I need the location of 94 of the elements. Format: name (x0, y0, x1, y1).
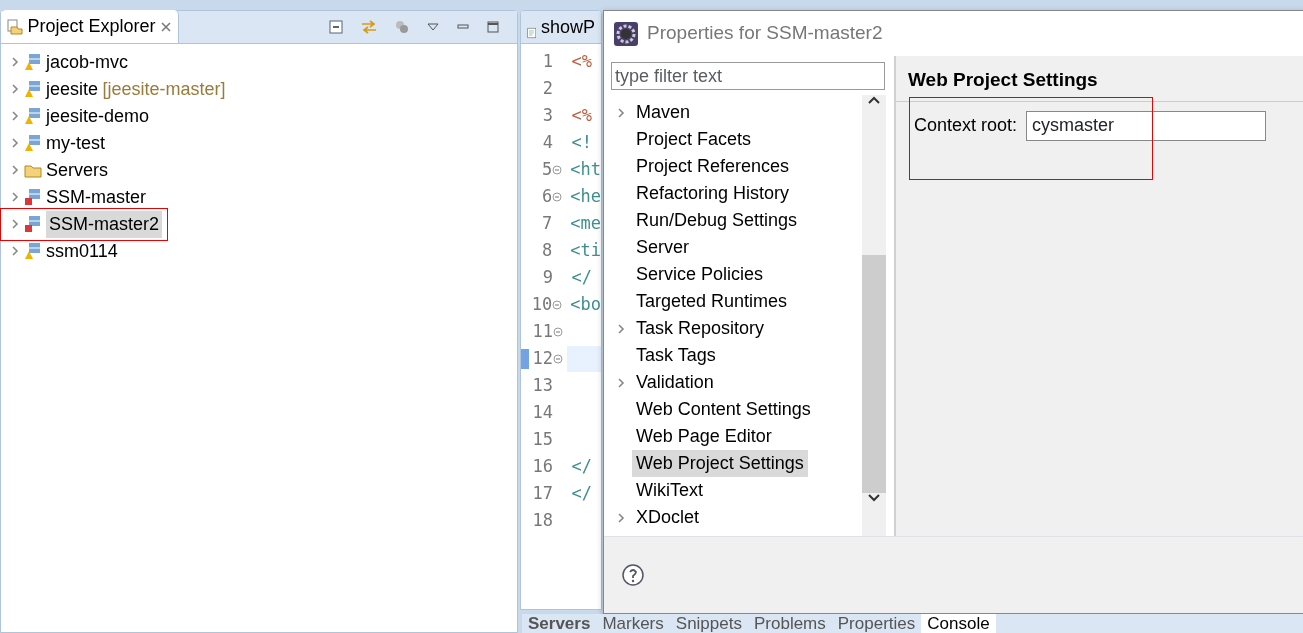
warning-project-icon (23, 242, 42, 260)
field-label: Context root: (914, 114, 1018, 137)
line-number: 11 (531, 320, 553, 344)
line-number: 17 (531, 482, 553, 506)
settings-page-item[interactable]: WikiText (636, 477, 703, 504)
view-tab[interactable]: Problems (747, 614, 832, 633)
current-line-marker-icon (521, 349, 529, 369)
line-number: 13 (531, 374, 553, 398)
scrollbar-thumb[interactable] (862, 254, 886, 493)
scroll-down-icon (867, 492, 881, 503)
settings-page-item[interactable]: Targeted Runtimes (636, 288, 788, 315)
code-line: <! (570, 131, 593, 155)
link-arrows-icon (361, 20, 377, 34)
line-number: 6 (540, 185, 553, 209)
page-heading: Web Project Settings (896, 56, 1303, 102)
tree-item[interactable]: SSM-master2 (46, 210, 163, 238)
filter-icon (395, 20, 409, 34)
error-project-icon (23, 188, 42, 206)
line-number: 7 (540, 212, 553, 236)
code-line: <% (570, 104, 593, 128)
fold-icon (552, 165, 563, 175)
line-number: 14 (531, 401, 553, 425)
line-number: 3 (541, 104, 553, 128)
code-line: <bo (569, 293, 601, 317)
scrollbar[interactable] (862, 94, 886, 536)
maximize-icon (487, 21, 499, 33)
line-number: 2 (541, 77, 553, 101)
context-root-field[interactable]: cysmaster (1026, 110, 1267, 141)
settings-page-item[interactable]: Web Page Editor (636, 423, 772, 450)
view-tab[interactable]: Markers (596, 614, 670, 633)
code-line: <me (569, 212, 601, 236)
settings-page-item[interactable]: Validation (636, 369, 714, 396)
settings-page-item[interactable]: Run/Debug Settings (636, 207, 798, 234)
collapse-all-icon (329, 20, 343, 34)
settings-page-item[interactable]: XDoclet (636, 504, 700, 531)
view-tab[interactable]: Console (921, 614, 996, 633)
settings-page-item[interactable]: Web Project Settings (632, 450, 808, 477)
code-line: <ht (569, 158, 601, 182)
tree-item[interactable]: ssm0114 (46, 237, 118, 265)
warning-project-icon (23, 107, 42, 125)
line-number: 16 (531, 455, 553, 479)
code-line: <% (570, 50, 593, 74)
line-number: 4 (541, 131, 553, 155)
line-number: 9 (541, 266, 553, 290)
line-number: 10 (530, 293, 553, 317)
line-number: 18 (531, 509, 553, 533)
tree-item[interactable]: jeesite (46, 75, 99, 103)
code-line: <he (569, 185, 601, 209)
line-number: 8 (540, 239, 553, 263)
settings-page-item[interactable]: Refactoring History (636, 180, 790, 207)
settings-page-item[interactable]: Server (636, 234, 689, 261)
current-line-highlight (567, 346, 601, 372)
minimize-icon (457, 24, 469, 30)
warning-project-icon (23, 134, 42, 152)
file-icon (527, 25, 537, 41)
line-number: 1 (541, 50, 553, 74)
settings-page-item[interactable]: Task Repository (636, 315, 765, 342)
close-icon (160, 20, 173, 33)
view-menu-icon (427, 23, 439, 31)
line-number: 12 (531, 347, 553, 371)
code-line: </ (570, 455, 593, 479)
dialog-title: Properties for SSM-master2 (647, 21, 883, 46)
settings-page-item[interactable]: Project Facets (636, 126, 752, 153)
view-tab[interactable]: Properties (831, 614, 922, 633)
tree-item[interactable]: my-test (46, 129, 105, 157)
code-line: </ (570, 482, 593, 506)
settings-page-item[interactable]: Task Tags (636, 342, 716, 369)
view-tab[interactable]: Servers (522, 614, 597, 633)
code-line: </ (570, 266, 593, 290)
scroll-up-icon (867, 94, 881, 105)
help-icon (622, 564, 644, 586)
warning-project-icon (23, 80, 42, 98)
settings-page-item[interactable]: Web Content Settings (636, 396, 811, 423)
line-number: 15 (531, 428, 553, 452)
warning-project-icon (23, 53, 42, 71)
repository-label: [jeesite-master] (102, 77, 226, 101)
tree-item[interactable]: jeesite-demo (46, 102, 150, 130)
fold-icon (553, 354, 563, 364)
tree-item[interactable]: jacob-mvc (46, 48, 129, 76)
error-project-icon (23, 215, 42, 233)
settings-page-item[interactable]: Maven (636, 99, 691, 126)
fold-icon (553, 327, 563, 337)
fold-icon (552, 300, 563, 310)
tree-item[interactable]: SSM-master (46, 183, 146, 211)
line-number: 5 (540, 158, 553, 182)
gear-icon (614, 21, 638, 46)
view-tab[interactable]: Snippets (669, 614, 748, 633)
code-line: <ti (569, 239, 601, 263)
settings-page-item[interactable]: Project References (636, 153, 790, 180)
tree-item[interactable]: Servers (46, 156, 108, 184)
filter-field[interactable]: type filter text (611, 62, 885, 90)
settings-page-item[interactable]: Service Policies (636, 261, 764, 288)
explorer-icon (7, 18, 23, 35)
fold-icon (552, 192, 563, 202)
